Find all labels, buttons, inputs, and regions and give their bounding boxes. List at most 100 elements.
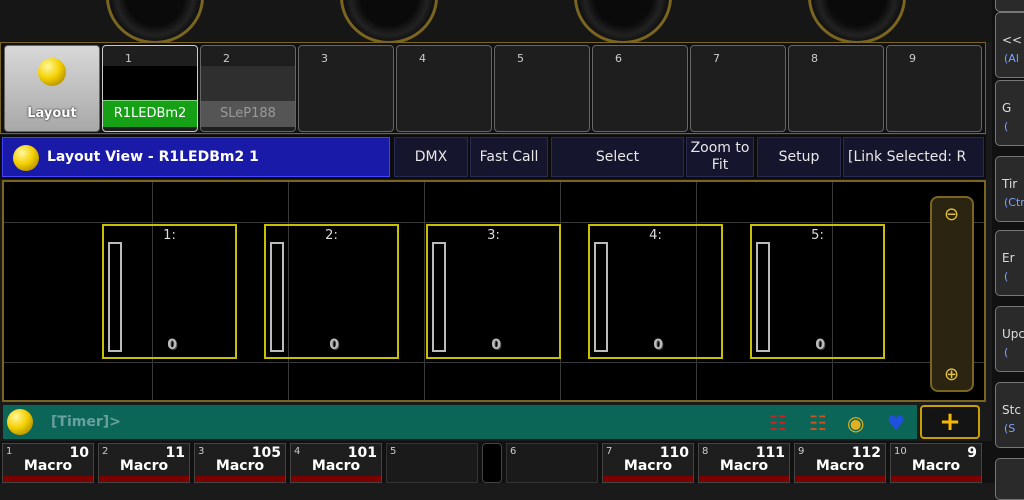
right-button-7[interactable]: [995, 458, 1024, 500]
dmx-tree-icon[interactable]: ☷: [809, 411, 827, 435]
executor-7-name: Macro: [623, 458, 673, 474]
grid-line: [424, 182, 425, 400]
fixture-4[interactable]: 4: 0: [588, 224, 723, 359]
fixture-3-level-bar: [432, 242, 446, 352]
pool-item-6-number: 6: [615, 52, 622, 65]
fixture-3[interactable]: 3: 0: [426, 224, 561, 359]
right-button-5[interactable]: Upc (: [995, 306, 1024, 372]
zoom-out-icon[interactable]: ⊖: [944, 204, 959, 225]
pool-item-9-number: 9: [909, 52, 916, 65]
executor-3-name: Macro: [215, 458, 265, 474]
grid-line: [4, 222, 984, 223]
right-button-1-sub: (Al: [1004, 52, 1019, 65]
executor-2-name: Macro: [119, 458, 169, 474]
select-button[interactable]: Select: [551, 137, 684, 177]
fixture-5-id: 5:: [811, 228, 824, 243]
executor-4-number: 4: [294, 446, 301, 457]
grid-line: [4, 362, 984, 363]
executor-7-number: 7: [606, 446, 613, 457]
executor-2[interactable]: 2 11 Macro: [98, 443, 190, 483]
right-button-6[interactable]: Stc (S: [995, 382, 1024, 448]
fixture-5-value: 0: [815, 337, 825, 353]
layout-view-title[interactable]: Layout View - R1LEDBm2 1: [2, 137, 390, 177]
setup-button-label: Setup: [778, 149, 820, 165]
executor-9[interactable]: 9 112 Macro: [794, 443, 886, 483]
fixture-4-id: 4:: [649, 228, 662, 243]
zoom-to-fit-line1: Zoom to: [690, 140, 750, 156]
fixture-5[interactable]: 5: 0: [750, 224, 885, 359]
command-line-bar[interactable]: [Timer]> ☷ ☷ ◉ ♥: [2, 404, 918, 440]
users-icon[interactable]: ◉: [847, 411, 864, 435]
dmx-button[interactable]: DMX: [394, 137, 468, 177]
pool-layout-button[interactable]: Layout: [4, 45, 100, 132]
pool-layout-label: Layout: [27, 106, 77, 121]
executor-5[interactable]: 5: [386, 443, 478, 483]
pool-item-8[interactable]: 8: [788, 45, 884, 132]
fixture-2-level-bar: [270, 242, 284, 352]
executor-10[interactable]: 10 9 Macro: [890, 443, 982, 483]
executor-6-number: 6: [510, 446, 517, 457]
right-button-4-sub: (: [1004, 270, 1009, 283]
encoder-knob-3[interactable]: [574, 0, 672, 42]
encoder-knob-4[interactable]: [808, 0, 906, 42]
executor-1[interactable]: 1 10 Macro: [2, 443, 94, 483]
executor-4-name: Macro: [311, 458, 361, 474]
pool-item-6[interactable]: 6: [592, 45, 688, 132]
executor-5-number: 5: [390, 446, 397, 457]
executor-9-number: 9: [798, 446, 805, 457]
executor-8-name: Macro: [719, 458, 769, 474]
encoder-knob-2[interactable]: [340, 0, 438, 42]
executor-8-number: 8: [702, 446, 709, 457]
pool-item-7[interactable]: 7: [690, 45, 786, 132]
fast-call-button[interactable]: Fast Call: [470, 137, 548, 177]
right-button-1[interactable]: << (Al: [995, 12, 1024, 78]
encoder-knob-1[interactable]: [106, 0, 204, 42]
plus-icon[interactable]: +: [920, 405, 980, 439]
executor-3[interactable]: 3 105 Macro: [194, 443, 286, 483]
right-button-column: << (Al G ( Tir (Ctr Er ( Upc ( Stc (S: [992, 0, 1024, 500]
zoom-in-icon[interactable]: ⊕: [944, 364, 959, 385]
pool-item-4[interactable]: 4: [396, 45, 492, 132]
fixture-2[interactable]: 2: 0: [264, 224, 399, 359]
zoom-panel[interactable]: ⊖ ⊕: [930, 196, 974, 392]
executor-7-status: [603, 476, 693, 482]
right-button-2-label: G: [1002, 101, 1012, 115]
right-button-4[interactable]: Er (: [995, 230, 1024, 296]
layout-ball-icon: [38, 58, 66, 86]
executor-6[interactable]: 6: [506, 443, 598, 483]
fixture-3-value: 0: [491, 337, 501, 353]
executor-bar: 1 10 Macro 2 11 Macro 3 105 Macro 4 101 …: [0, 441, 992, 483]
executor-2-number: 2: [102, 446, 109, 457]
executor-1-status: [3, 476, 93, 482]
select-button-label: Select: [595, 149, 640, 165]
executor-4[interactable]: 4 101 Macro: [290, 443, 382, 483]
link-selected-button[interactable]: [Link Selected: R: [843, 137, 984, 177]
zoom-to-fit-button[interactable]: Zoom to Fit: [686, 137, 754, 177]
executor-8[interactable]: 8 111 Macro: [698, 443, 790, 483]
right-button-5-label: Upc: [1002, 327, 1024, 341]
pool-item-7-number: 7: [713, 52, 720, 65]
right-button-2[interactable]: G (: [995, 80, 1024, 146]
right-button-5-sub: (: [1004, 346, 1009, 359]
pool-item-3[interactable]: 3: [298, 45, 394, 132]
fixture-2-id: 2:: [325, 228, 338, 243]
layout-canvas[interactable]: 1: 0 2: 0 3: 0 4: 0 5: 0 ⊖ ⊕: [2, 180, 986, 402]
pool-item-5[interactable]: 5: [494, 45, 590, 132]
heart-icon[interactable]: ♥: [887, 411, 905, 435]
executor-1-name: Macro: [23, 458, 73, 474]
right-button-top[interactable]: [995, 0, 1024, 12]
fixture-1[interactable]: 1: 0: [102, 224, 237, 359]
pool-item-2[interactable]: 2 SLeP188: [200, 45, 296, 132]
pool-item-9[interactable]: 9: [886, 45, 982, 132]
pool-item-1[interactable]: 1 R1LEDBm2: [102, 45, 198, 132]
executor-7[interactable]: 7 110 Macro: [602, 443, 694, 483]
fixture-3-id: 3:: [487, 228, 500, 243]
setup-button[interactable]: Setup: [757, 137, 841, 177]
layout-view-title-text: Layout View - R1LEDBm2 1: [47, 149, 259, 165]
pool-item-5-number: 5: [517, 52, 524, 65]
network-tree-icon[interactable]: ☷: [769, 411, 787, 435]
pool-item-3-number: 3: [321, 52, 328, 65]
pool-item-2-preview: [201, 66, 295, 104]
fixture-4-level-bar: [594, 242, 608, 352]
right-button-3[interactable]: Tir (Ctr: [995, 156, 1024, 222]
